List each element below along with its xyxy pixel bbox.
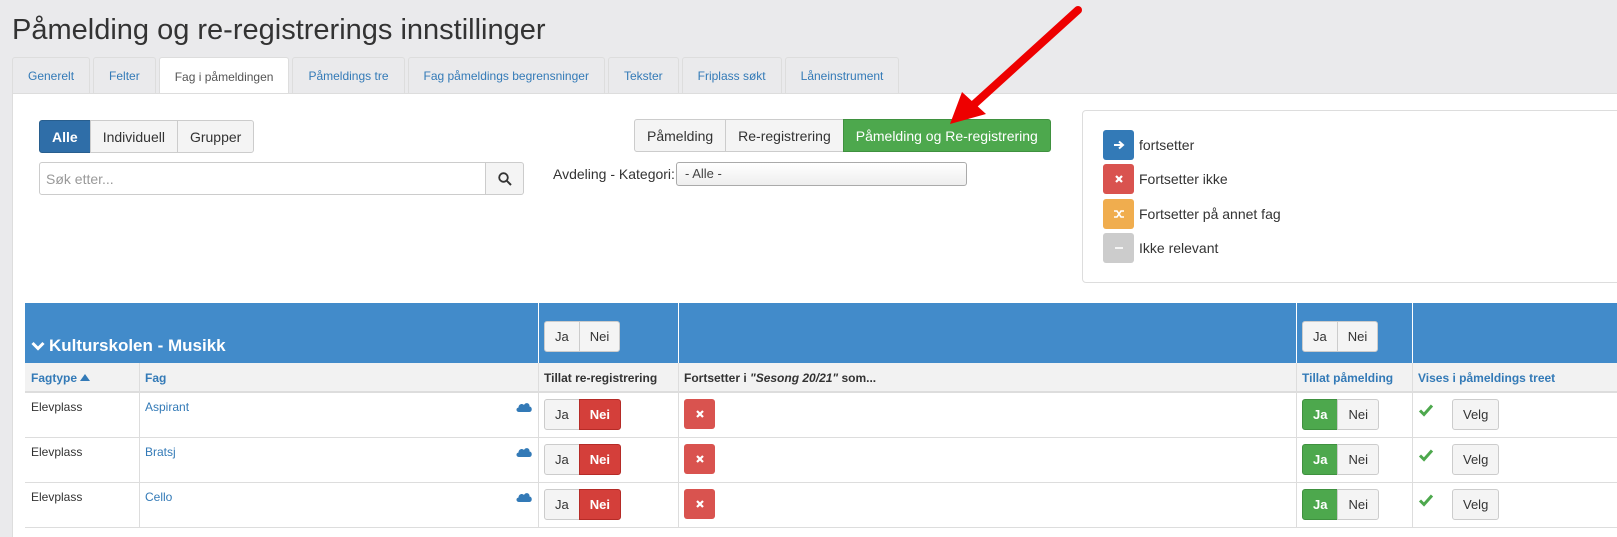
rereg-nei-button[interactable]: Nei xyxy=(578,444,621,475)
search-box xyxy=(39,162,524,195)
column-fagtype[interactable]: Fagtype xyxy=(31,371,91,385)
legend-item-fortsetter: fortsetter xyxy=(1103,130,1194,160)
search-icon xyxy=(497,171,512,186)
legend-panel: fortsetter Fortsetter ikke Fortsetter på… xyxy=(1082,110,1617,283)
pamelding-toggle: Ja Nei xyxy=(1302,489,1379,520)
pamelding-nei-button[interactable]: Nei xyxy=(1337,444,1379,475)
fagtype-cell: Elevplass xyxy=(31,445,83,459)
cloud-icon[interactable] xyxy=(515,401,533,413)
rereg-ja-button[interactable]: Ja xyxy=(544,489,580,520)
group-header: Kulturskolen - Musikk Ja Nei Ja Nei xyxy=(25,303,1617,363)
check-icon xyxy=(1418,449,1434,462)
group-title[interactable]: Kulturskolen - Musikk xyxy=(31,336,226,356)
pamelding-nei-button[interactable]: Nei xyxy=(1337,399,1379,430)
legend-item-ikke-relevant: Ikke relevant xyxy=(1103,233,1218,263)
column-fortsetter: Fortsetter i "Sesong 20/21" som... xyxy=(684,371,877,385)
search-input[interactable] xyxy=(39,162,486,195)
search-button[interactable] xyxy=(486,162,524,195)
table-row: Elevplass Bratsj Ja Nei Ja Nei Velg xyxy=(25,438,1617,483)
table-row: Elevplass Aspirant Ja Nei Ja Nei Velg xyxy=(25,393,1617,438)
fortsetter-ikke-button[interactable] xyxy=(684,444,715,474)
check-icon xyxy=(1418,404,1434,417)
bulk-rereg-group: Ja Nei xyxy=(544,321,621,352)
close-icon xyxy=(695,410,704,418)
fag-link[interactable]: Cello xyxy=(145,490,172,504)
annotation-arrow-icon xyxy=(950,6,1082,124)
tab-felter[interactable]: Felter xyxy=(93,57,156,94)
fag-link[interactable]: Aspirant xyxy=(145,400,189,414)
rereg-toggle: Ja Nei xyxy=(544,399,621,430)
fortsetter-ikke-button[interactable] xyxy=(684,489,715,519)
fagtype-cell: Elevplass xyxy=(31,400,83,414)
bulk-rereg-nei-button[interactable]: Nei xyxy=(578,321,621,352)
column-header-row: Fagtype Fag Tillat re-registrering Forts… xyxy=(25,363,1617,393)
bulk-rereg-ja-button[interactable]: Ja xyxy=(544,321,580,352)
rereg-ja-button[interactable]: Ja xyxy=(544,399,580,430)
shuffle-icon xyxy=(1103,199,1134,229)
filter-type-group: Alle Individuell Grupper xyxy=(39,120,255,153)
pamelding-ja-button[interactable]: Ja xyxy=(1302,489,1339,520)
legend-label: Fortsetter på annet fag xyxy=(1139,206,1281,222)
velg-button[interactable]: Velg xyxy=(1452,444,1500,475)
subject-grid: Kulturskolen - Musikk Ja Nei Ja Nei Fagt… xyxy=(25,303,1617,528)
cloud-icon[interactable] xyxy=(515,446,533,458)
mode-reregistrering-button[interactable]: Re-registrering xyxy=(725,119,844,152)
legend-label: fortsetter xyxy=(1139,137,1195,153)
check-icon xyxy=(1418,494,1434,507)
tab-pameldings-tre[interactable]: Påmeldings tre xyxy=(292,57,405,94)
rereg-ja-button[interactable]: Ja xyxy=(544,444,580,475)
tab-fag-pameldings-begrensninger[interactable]: Fag påmeldings begrensninger xyxy=(407,57,605,94)
bulk-pamelding-group: Ja Nei xyxy=(1302,321,1379,352)
fortsetter-ikke-button[interactable] xyxy=(684,399,715,429)
legend-label: Fortsetter ikke xyxy=(1139,171,1228,187)
rereg-toggle: Ja Nei xyxy=(544,489,621,520)
column-tillat-rereg: Tillat re-registrering xyxy=(544,371,658,385)
tab-bar: Generelt Felter Fag i påmeldingen Påmeld… xyxy=(12,57,902,95)
close-icon xyxy=(695,500,704,508)
tab-generelt[interactable]: Generelt xyxy=(12,57,91,94)
mode-pamelding-button[interactable]: Påmelding xyxy=(634,119,727,152)
rereg-nei-button[interactable]: Nei xyxy=(578,399,621,430)
group-title-label: Kulturskolen - Musikk xyxy=(49,336,226,355)
legend-item-annet-fag: Fortsetter på annet fag xyxy=(1103,199,1281,229)
rereg-toggle: Ja Nei xyxy=(544,444,621,475)
page-title: Påmelding og re-registrerings innstillin… xyxy=(12,14,546,46)
tab-fag-i-pameldingen[interactable]: Fag i påmeldingen xyxy=(158,57,290,95)
rereg-nei-button[interactable]: Nei xyxy=(578,489,621,520)
department-select[interactable]: - Alle - xyxy=(676,162,967,186)
close-icon xyxy=(1103,164,1134,194)
table-row: Elevplass Cello Ja Nei Ja Nei Velg xyxy=(25,483,1617,528)
filter-alle-button[interactable]: Alle xyxy=(39,120,91,153)
chevron-down-icon xyxy=(31,341,45,351)
pamelding-toggle: Ja Nei xyxy=(1302,399,1379,430)
pamelding-ja-button[interactable]: Ja xyxy=(1302,399,1339,430)
bulk-pamelding-nei-button[interactable]: Nei xyxy=(1336,321,1379,352)
column-vises[interactable]: Vises i påmeldings treet xyxy=(1418,371,1555,385)
pamelding-toggle: Ja Nei xyxy=(1302,444,1379,475)
tab-friplass-sokt[interactable]: Friplass søkt xyxy=(681,57,782,94)
fag-link[interactable]: Bratsj xyxy=(145,445,176,459)
column-tillat-pamelding[interactable]: Tillat påmelding xyxy=(1302,371,1393,385)
legend-item-fortsetter-ikke: Fortsetter ikke xyxy=(1103,164,1228,194)
column-fag[interactable]: Fag xyxy=(145,371,166,385)
cloud-icon[interactable] xyxy=(515,491,533,503)
tab-tekster[interactable]: Tekster xyxy=(607,57,679,94)
pamelding-nei-button[interactable]: Nei xyxy=(1337,489,1379,520)
close-icon xyxy=(695,455,704,463)
tab-laneinstrument[interactable]: Låneinstrument xyxy=(784,57,900,94)
legend-label: Ikke relevant xyxy=(1139,240,1219,256)
arrow-right-icon xyxy=(1103,130,1134,160)
velg-button[interactable]: Velg xyxy=(1452,489,1500,520)
filter-grupper-button[interactable]: Grupper xyxy=(176,120,255,153)
department-label: Avdeling - Kategori: xyxy=(553,166,675,182)
filter-individuell-button[interactable]: Individuell xyxy=(89,120,178,153)
fagtype-cell: Elevplass xyxy=(31,490,83,504)
velg-button[interactable]: Velg xyxy=(1452,399,1500,430)
minus-icon xyxy=(1103,233,1134,263)
bulk-pamelding-ja-button[interactable]: Ja xyxy=(1302,321,1338,352)
sort-asc-icon xyxy=(80,374,91,381)
pamelding-ja-button[interactable]: Ja xyxy=(1302,444,1339,475)
